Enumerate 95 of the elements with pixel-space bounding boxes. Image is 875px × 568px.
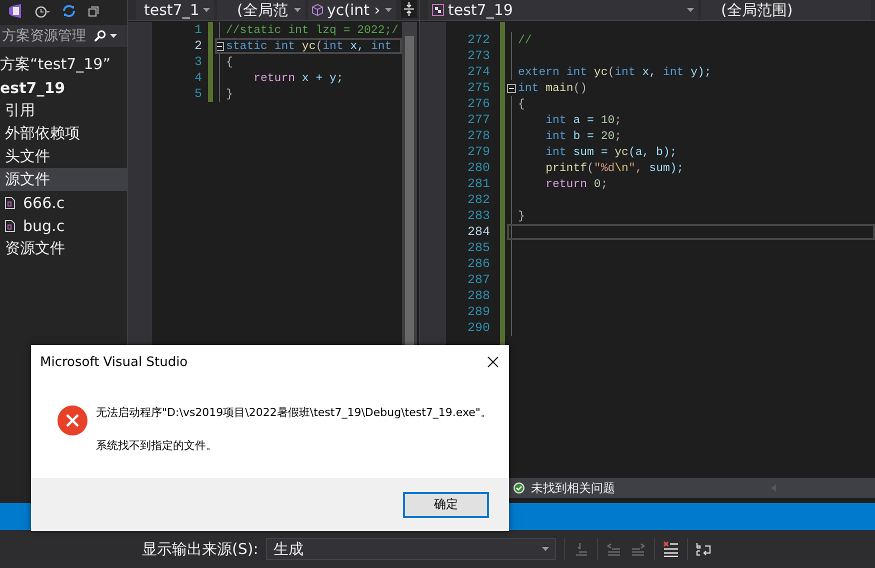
issues-status: 未找到相关问题 bbox=[531, 480, 615, 496]
code-line: } bbox=[518, 210, 525, 222]
line-number: 1 bbox=[193, 22, 202, 38]
file-dropdown[interactable]: test7_1 bbox=[136, 0, 214, 20]
line-number: 276 bbox=[466, 96, 490, 112]
line-number: 2 bbox=[193, 38, 202, 54]
tree-label: 头文件 bbox=[5, 147, 50, 166]
line-number: 272 bbox=[466, 32, 490, 48]
collapse-icon[interactable] bbox=[507, 84, 516, 92]
history-icon[interactable] bbox=[34, 4, 50, 18]
output-source-label: 显示输出来源(S): bbox=[142, 540, 258, 558]
tree-item[interactable]: 资源文件 bbox=[0, 237, 127, 260]
line-number: 5 bbox=[193, 86, 202, 102]
code-line: return 0; bbox=[544, 178, 608, 190]
line-number: 286 bbox=[466, 256, 490, 272]
tree-label: 资源文件 bbox=[5, 239, 65, 258]
tree-item[interactable]: 666.c bbox=[0, 191, 127, 214]
indent-left-icon[interactable] bbox=[606, 541, 622, 557]
code-line: { bbox=[518, 98, 525, 110]
search-field[interactable]: 方案资源管理 bbox=[0, 25, 127, 47]
caret-icon[interactable] bbox=[110, 34, 117, 38]
line-number: 281 bbox=[466, 176, 490, 192]
tree-item[interactable]: est7_19 bbox=[0, 76, 127, 99]
word-wrap-icon[interactable] bbox=[696, 541, 712, 557]
code-line: { bbox=[226, 56, 233, 68]
clear-all-icon[interactable] bbox=[663, 541, 680, 557]
cube-icon bbox=[312, 4, 323, 16]
error-detail: 系统找不到指定的文件。 bbox=[96, 438, 218, 453]
tree-item[interactable]: 源文件 bbox=[0, 168, 127, 191]
code-line: int sum = yc(a, b); bbox=[544, 146, 677, 158]
line-number: 289 bbox=[466, 304, 490, 320]
line-number: 273 bbox=[466, 48, 490, 64]
tree-item[interactable]: 引用 bbox=[0, 99, 127, 122]
line-number: 278 bbox=[466, 128, 490, 144]
line-number: 275 bbox=[466, 80, 490, 96]
c-file-icon bbox=[5, 196, 15, 208]
error-message: 无法启动程序"D:\vs2019项目\2022暑假班\test7_19\Debug\test7_19.exe"。 bbox=[96, 405, 492, 420]
ok-button[interactable]: 确定 bbox=[403, 492, 489, 518]
output-source-dropdown[interactable]: 生成 bbox=[266, 538, 556, 560]
code-line: int main() bbox=[518, 82, 588, 94]
code-line: int a = 10; bbox=[544, 114, 622, 126]
line-number: 288 bbox=[466, 288, 490, 304]
find-message-icon[interactable] bbox=[573, 541, 590, 557]
line-number: 3 bbox=[193, 54, 202, 70]
tree-label: 666.c bbox=[23, 194, 65, 212]
tree-label: bug.c bbox=[23, 216, 65, 234]
caret-icon bbox=[294, 8, 301, 12]
split-icon[interactable] bbox=[401, 0, 417, 18]
line-number: 283 bbox=[466, 208, 490, 224]
code-line: return x + y; bbox=[252, 72, 344, 84]
code-line: static int yc(int x, int bbox=[226, 40, 392, 52]
tree-label: 方案“test7_19” bbox=[0, 55, 110, 74]
collapse-icon[interactable] bbox=[215, 42, 224, 50]
code-line: extern int yc(int x, int y); bbox=[518, 66, 712, 78]
tree-label: 外部依赖项 bbox=[5, 124, 80, 143]
tree-item[interactable]: 方案“test7_19” bbox=[0, 53, 127, 76]
caret-icon bbox=[542, 547, 550, 551]
code-line: printf("%d\n", sum); bbox=[544, 162, 684, 174]
check-icon bbox=[513, 482, 525, 494]
file-dropdown[interactable]: test7_19 bbox=[428, 0, 698, 20]
code-line: //static int lzq = 2022;/ bbox=[226, 24, 399, 36]
error-icon bbox=[57, 405, 88, 436]
dialog-title: Microsoft Visual Studio bbox=[40, 354, 188, 370]
line-number: 285 bbox=[466, 240, 490, 256]
line-number: 290 bbox=[466, 320, 490, 336]
c-file-icon bbox=[5, 220, 15, 232]
windows-icon[interactable] bbox=[88, 5, 100, 17]
code-line: int b = 20; bbox=[544, 130, 622, 142]
refresh-icon[interactable] bbox=[62, 4, 76, 18]
scope-dropdown[interactable]: (全局范围) bbox=[701, 0, 871, 20]
caret-icon bbox=[385, 8, 392, 12]
line-number: 284 bbox=[466, 224, 490, 240]
tree-item[interactable]: 头文件 bbox=[0, 145, 127, 168]
tree-item[interactable]: bug.c bbox=[0, 214, 127, 237]
line-number: 279 bbox=[466, 144, 490, 160]
caret-icon bbox=[687, 8, 694, 12]
line-number: 4 bbox=[193, 70, 202, 86]
line-number: 287 bbox=[466, 272, 490, 288]
code-line: } bbox=[226, 88, 233, 100]
tree-label: 源文件 bbox=[5, 170, 50, 189]
line-number: 280 bbox=[466, 160, 490, 176]
project-icon bbox=[432, 4, 444, 16]
scope-dropdown[interactable]: (全局范 bbox=[217, 0, 305, 20]
tree-label: 引用 bbox=[5, 101, 35, 120]
code-line: // bbox=[518, 34, 532, 46]
search-icon bbox=[94, 30, 106, 42]
line-number: 274 bbox=[466, 64, 490, 80]
caret-icon bbox=[203, 8, 210, 12]
tree-label: est7_19 bbox=[0, 78, 66, 96]
indent-right-icon[interactable] bbox=[630, 541, 646, 557]
line-number: 282 bbox=[466, 192, 490, 208]
tree-item[interactable]: 外部依赖项 bbox=[0, 122, 127, 145]
member-dropdown[interactable]: yc(int › bbox=[308, 0, 396, 20]
line-number: 277 bbox=[466, 112, 490, 128]
close-icon[interactable] bbox=[487, 356, 499, 368]
